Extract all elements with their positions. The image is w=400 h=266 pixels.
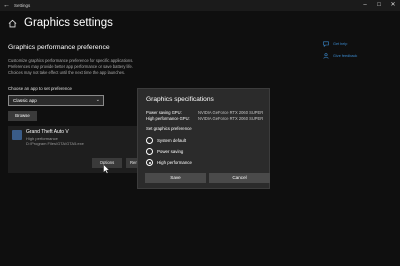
app-icon (12, 130, 22, 140)
page-title: Graphics settings (24, 17, 113, 29)
back-arrow-icon[interactable]: ← (3, 0, 10, 11)
browse-button[interactable]: Browse (8, 111, 37, 121)
description-line: Choices may not take effect until the ne… (8, 69, 126, 75)
description: Customize graphics performance preferenc… (8, 58, 178, 75)
give-feedback-link[interactable]: Give feedback (323, 52, 383, 64)
chevron-down-icon: ⌄ (95, 97, 100, 103)
feedback-person-icon (323, 53, 329, 59)
spec-value: NVIDIA GeForce RTX 2060 SUPER (198, 110, 264, 115)
radio-circle (146, 137, 153, 144)
home-icon[interactable] (8, 19, 17, 28)
graphics-specifications-dialog: Graphics specifications Power saving GPU… (137, 88, 270, 189)
app-path: D:\Program Files\GTA\GTA5.exe (26, 141, 84, 146)
app-type-select[interactable]: Classic app ⌄ (8, 95, 104, 106)
give-feedback-label: Give feedback (333, 54, 358, 58)
set-preference-label: Set graphics preference (146, 126, 192, 131)
section-title: Graphics performance preference (8, 44, 110, 51)
radio-label: High performance (157, 160, 192, 165)
save-button[interactable]: Save (145, 173, 206, 183)
mouse-pointer-icon (103, 164, 110, 174)
get-help-link[interactable]: Get help (323, 40, 383, 52)
radio-label: System default (157, 138, 187, 143)
window-controls: – □ ✕ (358, 0, 400, 11)
app-name: Grand Theft Auto V (26, 129, 69, 135)
cancel-button[interactable]: Cancel (209, 173, 270, 183)
choose-app-label: Choose an app to set preference (8, 86, 72, 91)
radio-high-performance[interactable]: High performance (146, 159, 256, 167)
radio-power-saving[interactable]: Power saving (146, 148, 256, 156)
spec-label: High performance GPU: (146, 116, 190, 121)
title-bar: ← Settings – □ ✕ (0, 0, 400, 11)
maximize-icon[interactable]: □ (372, 0, 386, 11)
chat-bubble-icon (323, 41, 329, 47)
side-links: Get help Give feedback (323, 40, 383, 64)
dialog-title: Graphics specifications (146, 96, 214, 103)
radio-circle-selected (146, 159, 153, 166)
minimize-icon[interactable]: – (358, 0, 372, 11)
radio-label: Power saving (157, 149, 184, 154)
radio-circle (146, 148, 153, 155)
radio-system-default[interactable]: System default (146, 137, 256, 145)
spec-value: NVIDIA GeForce RTX 2060 SUPER (198, 116, 264, 121)
spec-row-high-performance: High performance GPU: NVIDIA GeForce RTX … (146, 116, 263, 122)
close-icon[interactable]: ✕ (386, 0, 400, 11)
window-title: Settings (14, 3, 31, 8)
app-type-select-value: Classic app (13, 98, 37, 103)
get-help-label: Get help (333, 42, 348, 46)
